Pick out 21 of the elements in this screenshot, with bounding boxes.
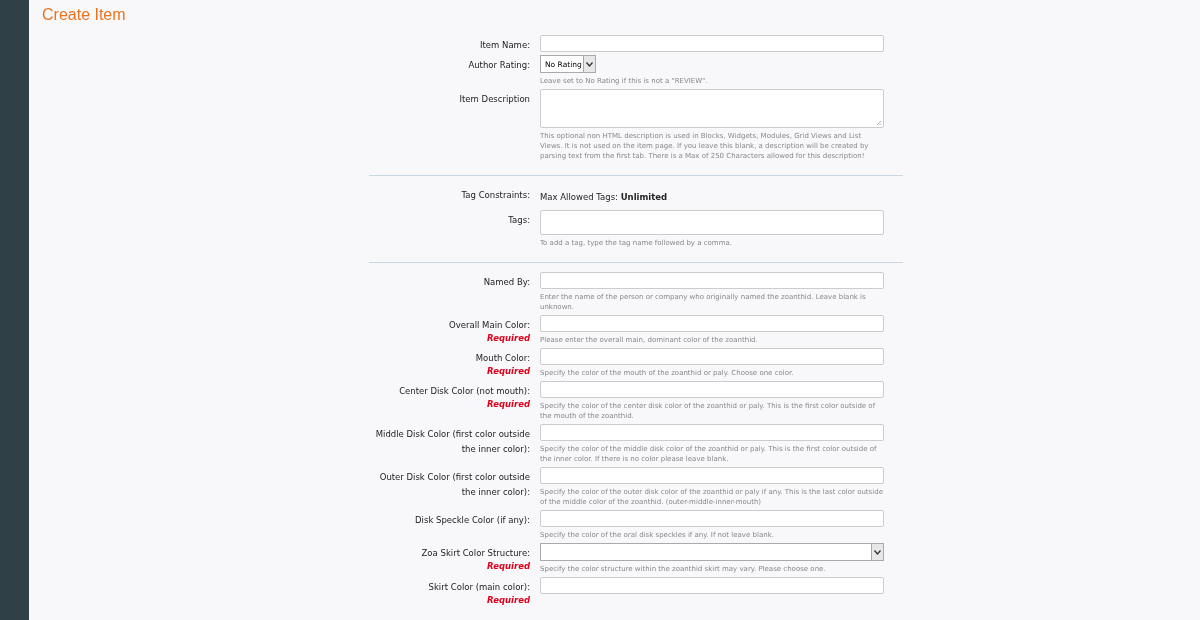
- field-label: Middle Disk Color (first color outside the inner color):: [374, 428, 530, 456]
- field-label: Named By:: [483, 276, 530, 289]
- field-label: Tags:: [508, 214, 530, 227]
- field-label: Mouth Color:: [475, 352, 530, 365]
- field-label: Disk Speckle Color (if any):: [415, 514, 530, 527]
- required-label: Required: [487, 561, 530, 572]
- field-label: Skirt Color (main color):: [428, 581, 530, 594]
- required-label: Required: [487, 366, 530, 377]
- field-label: Overall Main Color:: [449, 319, 530, 332]
- field-label: Tag Constraints:: [461, 189, 530, 202]
- page-title: Create Item: [42, 6, 127, 24]
- required-label: Required: [487, 595, 530, 606]
- field-label: Zoa Skirt Color Structure:: [421, 547, 530, 560]
- required-label: Required: [487, 333, 530, 344]
- field-label: Author Rating:: [468, 59, 530, 72]
- required-label: Required: [487, 399, 530, 410]
- tag-constraints-text: Max Allowed Tags: Unlimited: [540, 192, 668, 202]
- field-label: Outer Disk Color (first color outside the inner color):: [378, 471, 530, 499]
- field-label: Center Disk Color (not mouth):: [399, 385, 530, 398]
- field-label: Item Name:: [480, 39, 530, 52]
- field-label: Item Description: [459, 93, 530, 106]
